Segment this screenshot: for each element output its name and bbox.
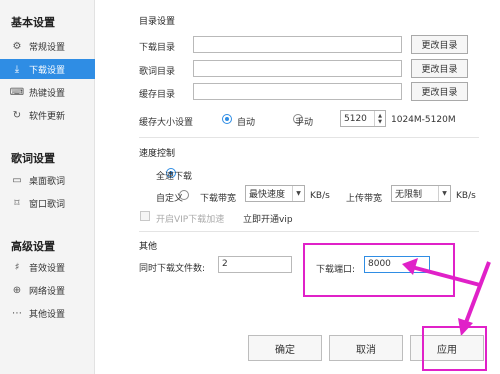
apply-highlight-box <box>422 326 487 371</box>
annotation-arrow-to-port <box>407 264 481 287</box>
annotation-arrow-to-apply <box>463 261 491 326</box>
annotation-arrows <box>402 258 491 336</box>
ok-button[interactable]: 确定 <box>248 335 322 361</box>
cancel-button[interactable]: 取消 <box>329 335 403 361</box>
